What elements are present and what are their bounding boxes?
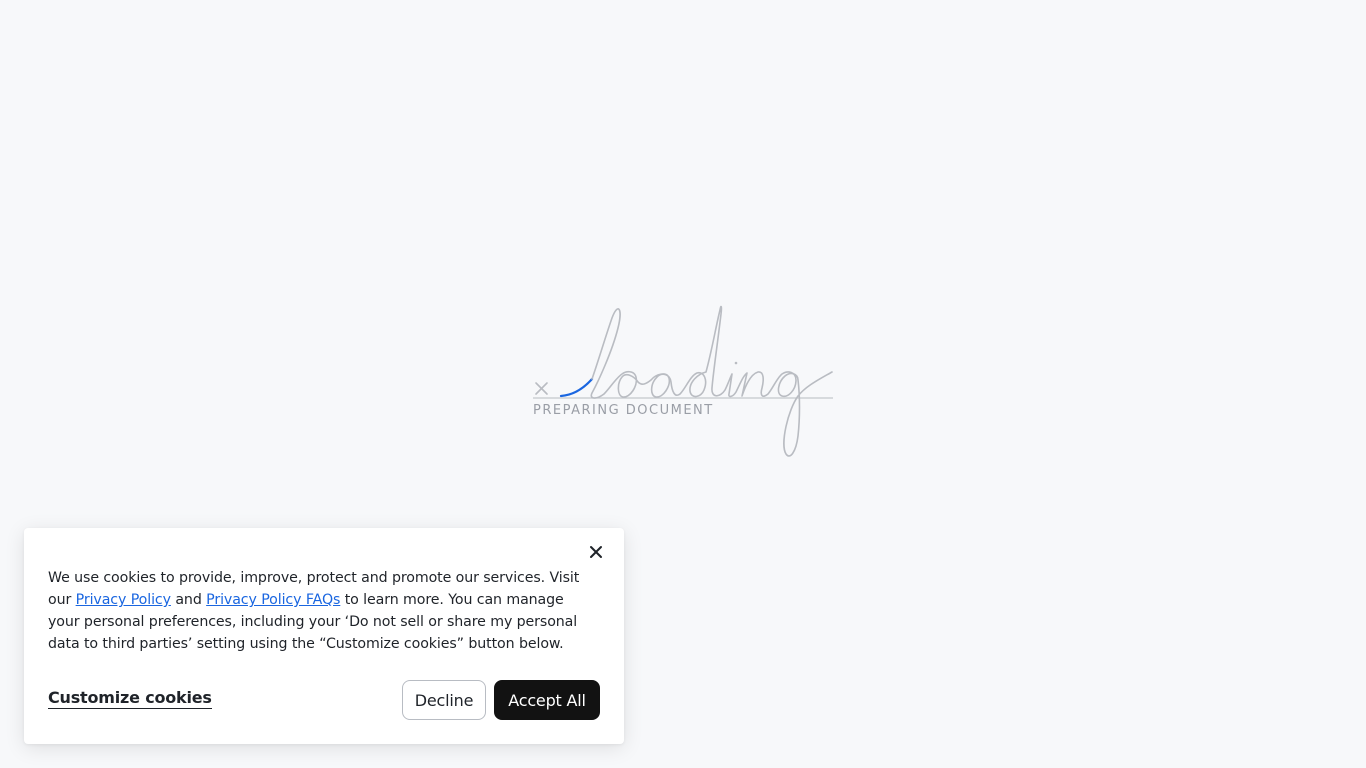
cookie-message-joiner: and <box>170 592 207 608</box>
cookie-banner: We use cookies to provide, improve, prot… <box>24 528 624 744</box>
loading-signature-icon <box>533 305 833 457</box>
decline-button[interactable]: Decline <box>402 680 486 720</box>
signature-dot <box>734 361 738 365</box>
x-mark-icon <box>535 382 548 395</box>
privacy-policy-link[interactable]: Privacy Policy <box>76 592 171 608</box>
app-root: PREPARING DOCUMENT We use cookies to pro… <box>0 0 1366 768</box>
cookie-banner-close-button[interactable] <box>586 542 606 562</box>
cookie-message: We use cookies to provide, improve, prot… <box>48 567 593 655</box>
customize-cookies-button[interactable]: Customize cookies <box>48 688 212 709</box>
signature-accent-stroke <box>559 377 594 398</box>
loading-indicator: PREPARING DOCUMENT <box>530 300 840 465</box>
privacy-policy-faqs-link[interactable]: Privacy Policy FAQs <box>206 592 340 608</box>
signature-script-stroke <box>590 305 833 457</box>
accept-all-button[interactable]: Accept All <box>494 680 600 720</box>
loading-caption: PREPARING DOCUMENT <box>533 403 714 418</box>
close-icon <box>590 546 602 558</box>
